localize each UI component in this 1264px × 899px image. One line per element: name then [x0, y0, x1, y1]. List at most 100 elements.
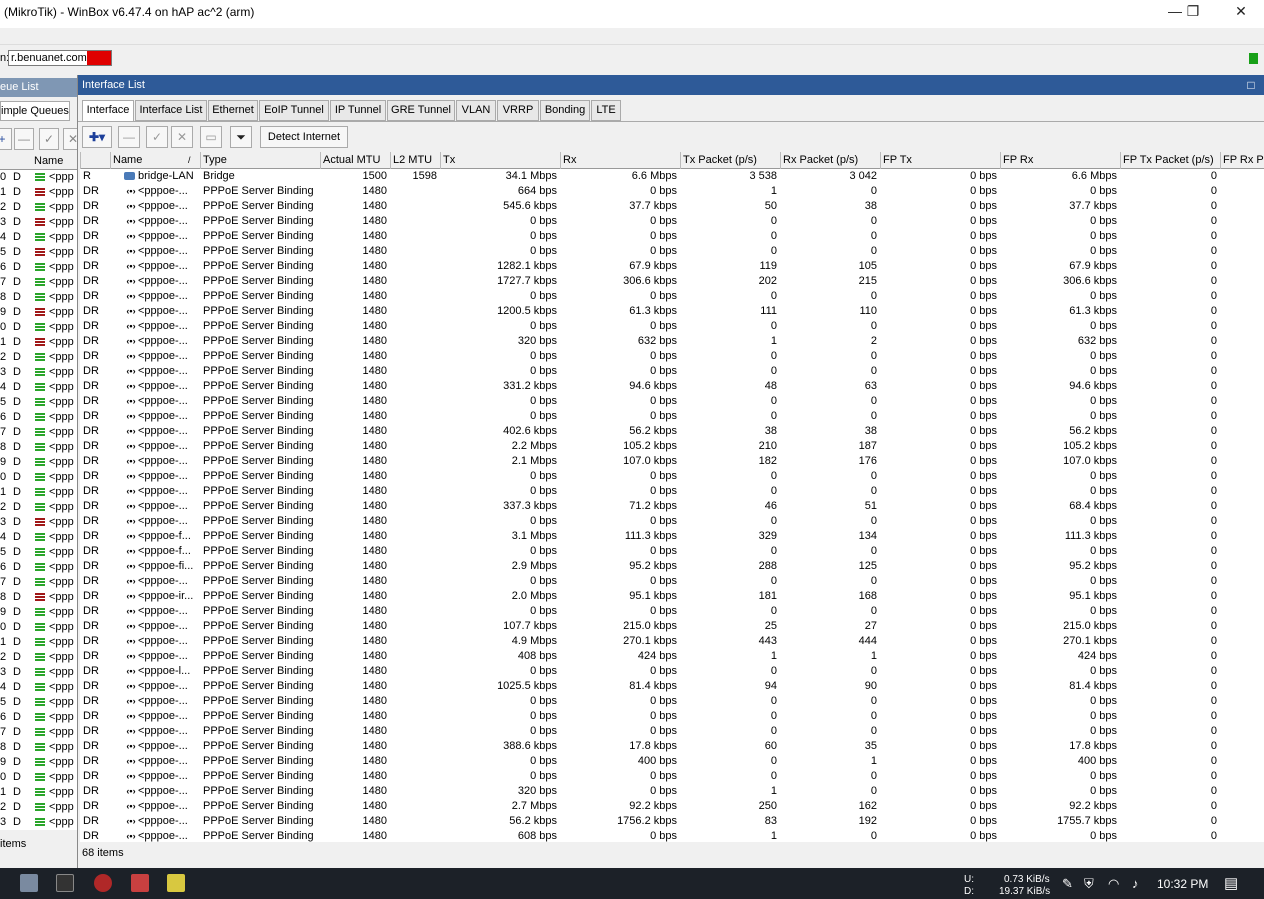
table-row[interactable]: DR ‹•› <pppoe-... PPPoE Server Binding 1480 0…: [80, 349, 1264, 364]
tab-ethernet[interactable]: Ethernet: [208, 100, 258, 121]
table-row[interactable]: DR ‹•› <pppoe-... PPPoE Server Binding 1480 1…: [80, 304, 1264, 319]
enable-button[interactable]: ✓: [146, 126, 168, 148]
table-row[interactable]: DR ‹•› <pppoe-... PPPoE Server Binding 1480 0…: [80, 229, 1264, 244]
window-restore-icon[interactable]: □: [1244, 78, 1258, 92]
table-row[interactable]: DR ‹•› <pppoe-... PPPoE Server Binding 1480 0…: [80, 769, 1264, 784]
queue-row[interactable]: 0 D <ppp: [0, 770, 79, 785]
queue-row[interactable]: 2 D <ppp: [0, 200, 79, 215]
tab-interface-list[interactable]: Interface List: [135, 100, 207, 121]
queue-row[interactable]: 3 D <ppp: [0, 365, 79, 380]
tab-ip-tunnel[interactable]: IP Tunnel: [330, 100, 386, 121]
table-row[interactable]: DR ‹•› <pppoe-... PPPoE Server Binding 1480 4…: [80, 634, 1264, 649]
tab-vrrp[interactable]: VRRP: [497, 100, 539, 121]
col-flags[interactable]: [80, 152, 110, 169]
queue-row[interactable]: 0 D <ppp: [0, 620, 79, 635]
queue-list-window[interactable]: eue List imple Queues + — ✓ ✕ Name 0D<pp…: [0, 78, 80, 868]
col-fp-tx-packet-p-s-[interactable]: FP Tx Packet (p/s): [1120, 152, 1220, 169]
wifi-icon[interactable]: ◠: [1108, 876, 1119, 892]
queue-row[interactable]: 4 D <ppp: [0, 680, 79, 695]
close-button[interactable]: ✕: [1218, 0, 1264, 24]
queue-row[interactable]: 2 D <ppp: [0, 800, 79, 815]
queue-row[interactable]: 4 D <ppp: [0, 230, 79, 245]
tab-gre-tunnel[interactable]: GRE Tunnel: [387, 100, 455, 121]
network-icon[interactable]: [20, 874, 38, 892]
table-row[interactable]: DR ‹•› <pppoe-... PPPoE Server Binding 1480 6…: [80, 829, 1264, 842]
terminal-icon[interactable]: [56, 874, 74, 892]
queue-row[interactable]: 9 D <ppp: [0, 605, 79, 620]
disable-button[interactable]: ✕: [171, 126, 193, 148]
queue-row[interactable]: 3 D <ppp: [0, 815, 79, 830]
table-row[interactable]: DR ‹•› <pppoe-... PPPoE Server Binding 1480 0…: [80, 409, 1264, 424]
queue-row[interactable]: 2 D <ppp: [0, 350, 79, 365]
table-row[interactable]: DR ‹•› <pppoe-... PPPoE Server Binding 1480 0…: [80, 724, 1264, 739]
queue-row[interactable]: 8 D <ppp: [0, 440, 79, 455]
table-row[interactable]: DR ‹•› <pppoe-... PPPoE Server Binding 1480 0…: [80, 394, 1264, 409]
table-row[interactable]: DR ‹•› <pppoe-f... PPPoE Server Binding 1480…: [80, 529, 1264, 544]
app-icon[interactable]: [131, 874, 149, 892]
queue-row[interactable]: 6 D <ppp: [0, 410, 79, 425]
queue-row[interactable]: 2 D <ppp: [0, 650, 79, 665]
col-fp-rx[interactable]: FP Rx: [1000, 152, 1120, 169]
queue-col-name[interactable]: Name: [34, 155, 63, 167]
table-row[interactable]: DR ‹•› <pppoe-... PPPoE Server Binding 1480 0…: [80, 484, 1264, 499]
remove-icon[interactable]: —: [14, 128, 34, 150]
table-row[interactable]: DR ‹•› <pppoe-... PPPoE Server Binding 1480 3…: [80, 334, 1264, 349]
table-row[interactable]: DR ‹•› <pppoe-... PPPoE Server Binding 1480 1…: [80, 619, 1264, 634]
col-rx-packet-p-s-[interactable]: Rx Packet (p/s): [780, 152, 880, 169]
table-row[interactable]: DR ‹•› <pppoe-... PPPoE Server Binding 1480 2…: [80, 454, 1264, 469]
queue-row[interactable]: 0 D <ppp: [0, 320, 79, 335]
enable-icon[interactable]: ✓: [39, 128, 59, 150]
table-row[interactable]: DR ‹•› <pppoe-... PPPoE Server Binding 1480 0…: [80, 364, 1264, 379]
table-row[interactable]: DR ‹•› <pppoe-... PPPoE Server Binding 1480 1…: [80, 679, 1264, 694]
table-row[interactable]: DR ‹•› <pppoe-... PPPoE Server Binding 1480 3…: [80, 499, 1264, 514]
table-row[interactable]: DR ‹•› <pppoe-... PPPoE Server Binding 1480 0…: [80, 574, 1264, 589]
queue-row[interactable]: 8 D <ppp: [0, 590, 79, 605]
shield-icon[interactable]: ⛨: [1084, 876, 1094, 892]
table-row[interactable]: DR ‹•› <pppoe-... PPPoE Server Binding 1480 5…: [80, 814, 1264, 829]
queue-row[interactable]: 1 D <ppp: [0, 485, 79, 500]
table-row[interactable]: DR ‹•› <pppoe-l... PPPoE Server Binding 1480…: [80, 664, 1264, 679]
table-row[interactable]: DR ‹•› <pppoe-... PPPoE Server Binding 1480 0…: [80, 604, 1264, 619]
queue-row[interactable]: 6 D <ppp: [0, 260, 79, 275]
pen-icon[interactable]: ✎: [1062, 876, 1073, 892]
add-icon[interactable]: +: [0, 128, 12, 150]
table-row[interactable]: DR ‹•› <pppoe-ir... PPPoE Server Binding 148…: [80, 589, 1264, 604]
queue-row[interactable]: 4 D <ppp: [0, 380, 79, 395]
table-row[interactable]: DR ‹•› <pppoe-... PPPoE Server Binding 1480 0…: [80, 214, 1264, 229]
queue-row[interactable]: 5 D <ppp: [0, 395, 79, 410]
tab-lte[interactable]: LTE: [591, 100, 621, 121]
table-row[interactable]: DR ‹•› <pppoe-... PPPoE Server Binding 1480 3…: [80, 739, 1264, 754]
queue-row[interactable]: 1 D <ppp: [0, 185, 79, 200]
col-actual-mtu[interactable]: Actual MTU: [320, 152, 390, 169]
queue-row[interactable]: 8 D <ppp: [0, 740, 79, 755]
queue-row[interactable]: 7 D <ppp: [0, 425, 79, 440]
table-row[interactable]: Rbridge-LAN Bridge 1500 1598 34.1 Mbps 6.6 Mb…: [80, 169, 1264, 184]
table-row[interactable]: DR ‹•› <pppoe-... PPPoE Server Binding 1480 5…: [80, 199, 1264, 214]
queue-row[interactable]: 5 D <ppp: [0, 245, 79, 260]
volume-icon[interactable]: ♪: [1132, 876, 1139, 891]
table-row[interactable]: DR ‹•› <pppoe-... PPPoE Server Binding 1480 0…: [80, 319, 1264, 334]
table-row[interactable]: DR ‹•› <pppoe-fi... PPPoE Server Binding 148…: [80, 559, 1264, 574]
queue-row[interactable]: 1 D <ppp: [0, 785, 79, 800]
col-fp-tx[interactable]: FP Tx: [880, 152, 1000, 169]
queue-row[interactable]: 3 D <ppp: [0, 515, 79, 530]
queue-row[interactable]: 9 D <ppp: [0, 305, 79, 320]
queue-row[interactable]: 5 D <ppp: [0, 695, 79, 710]
tab-eoip-tunnel[interactable]: EoIP Tunnel: [259, 100, 329, 121]
notification-icon[interactable]: ▤: [1224, 874, 1238, 892]
col-fp-rx-pa[interactable]: FP Rx Pa: [1220, 152, 1264, 169]
remove-button[interactable]: —: [118, 126, 140, 148]
table-row[interactable]: DR ‹•› <pppoe-... PPPoE Server Binding 1480 3…: [80, 379, 1264, 394]
table-row[interactable]: DR ‹•› <pppoe-... PPPoE Server Binding 1480 3…: [80, 784, 1264, 799]
queue-row[interactable]: 9 D <ppp: [0, 455, 79, 470]
queue-row[interactable]: 8 D <ppp: [0, 290, 79, 305]
tab-simple-queues[interactable]: imple Queues: [0, 101, 70, 121]
table-row[interactable]: DR ‹•› <pppoe-... PPPoE Server Binding 1480 2…: [80, 799, 1264, 814]
table-row[interactable]: DR ‹•› <pppoe-... PPPoE Server Binding 1480 0…: [80, 244, 1264, 259]
comment-button[interactable]: ▭: [200, 126, 222, 148]
queue-row[interactable]: 3 D <ppp: [0, 665, 79, 680]
notes-icon[interactable]: [167, 874, 185, 892]
maximize-button[interactable]: ❐: [1170, 0, 1216, 24]
table-row[interactable]: DR ‹•› <pppoe-... PPPoE Server Binding 1480 2…: [80, 439, 1264, 454]
clock[interactable]: 10:32 PM: [1157, 877, 1208, 891]
